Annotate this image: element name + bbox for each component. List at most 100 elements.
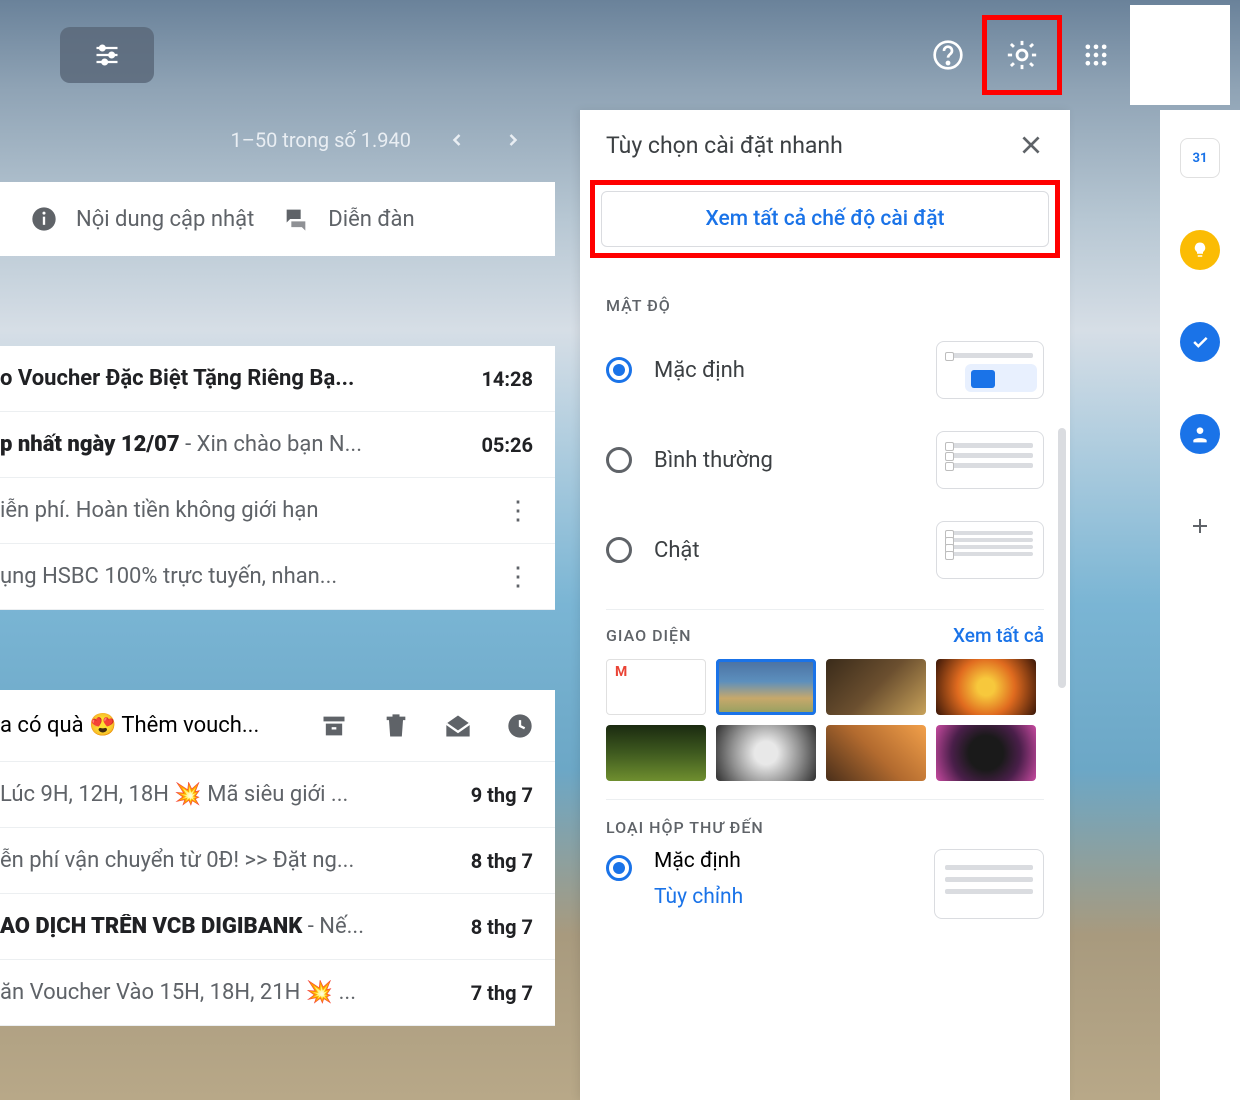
inbox-type-default-option[interactable]: Mặc định Tùy chỉnh bbox=[606, 849, 1044, 919]
email-subject: ụng HSBC 100% trực tuyến, nhan... bbox=[0, 564, 503, 589]
gear-icon bbox=[1005, 38, 1039, 72]
view-all-themes-link[interactable]: Xem tất cả bbox=[953, 624, 1044, 647]
theme-thumbnail[interactable] bbox=[936, 659, 1036, 715]
section-density-title: MẬT ĐỘ bbox=[606, 296, 1044, 315]
tab-forums[interactable]: Diễn đàn bbox=[282, 205, 414, 233]
pager-count: 1–50 trong số 1.940 bbox=[231, 128, 412, 152]
inbox-type-preview bbox=[934, 849, 1044, 919]
forum-icon bbox=[282, 205, 310, 233]
email-row[interactable]: p nhất ngày 12/07 - Xin chào bạn N... 05… bbox=[0, 412, 555, 478]
option-label: Mặc định bbox=[654, 849, 743, 873]
panel-title: Tùy chọn cài đặt nhanh bbox=[606, 132, 843, 159]
density-preview-comfortable bbox=[936, 431, 1044, 489]
radio-checked-icon bbox=[606, 855, 632, 881]
email-row[interactable]: ụng HSBC 100% trực tuyến, nhan... ⋮ bbox=[0, 544, 555, 610]
customize-link[interactable]: Tùy chỉnh bbox=[654, 885, 743, 909]
radio-checked-icon bbox=[606, 357, 632, 383]
density-preview-default bbox=[936, 341, 1044, 399]
tab-updates[interactable]: Nội dung cập nhật bbox=[30, 205, 254, 233]
inbox-column: 1–50 trong số 1.940 Nội dung cập nhật Di… bbox=[0, 110, 555, 1100]
archive-button[interactable] bbox=[317, 709, 351, 743]
plus-icon bbox=[1188, 514, 1212, 538]
theme-thumbnail[interactable] bbox=[936, 725, 1036, 781]
help-icon bbox=[932, 39, 964, 71]
email-subject: p nhất ngày 12/07 - Xin chào bạn N... bbox=[0, 432, 481, 457]
apps-grid-icon bbox=[1082, 41, 1110, 69]
chevron-left-icon bbox=[447, 130, 467, 150]
archive-icon bbox=[320, 712, 348, 740]
tasks-app-button[interactable] bbox=[1180, 322, 1220, 362]
option-label: Bình thường bbox=[654, 448, 773, 473]
category-tabs: Nội dung cập nhật Diễn đàn bbox=[0, 182, 555, 256]
contacts-app-button[interactable] bbox=[1180, 414, 1220, 454]
email-row-selected[interactable]: a có quà 😍 Thêm vouch... bbox=[0, 690, 555, 762]
apps-button[interactable] bbox=[1070, 29, 1122, 81]
email-row[interactable]: o Voucher Đặc Biệt Tặng Riêng Bạ... 14:2… bbox=[0, 346, 555, 412]
snooze-button[interactable] bbox=[503, 709, 537, 743]
see-all-settings-button[interactable]: Xem tất cả chế độ cài đặt bbox=[601, 191, 1049, 247]
email-subject: AO DỊCH TRÊN VCB DIGIBANK - Nế... bbox=[0, 914, 471, 939]
email-time: 7 thg 7 bbox=[471, 981, 533, 1005]
theme-thumbnail[interactable] bbox=[606, 725, 706, 781]
quick-settings-panel: Tùy chọn cài đặt nhanh Xem tất cả chế độ… bbox=[580, 110, 1070, 1100]
all-settings-highlight: Xem tất cả chế độ cài đặt bbox=[590, 180, 1060, 258]
pager: 1–50 trong số 1.940 bbox=[0, 110, 555, 170]
email-row[interactable]: ăn Voucher Vào 15H, 18H, 21H 💥 ... 7 thg… bbox=[0, 960, 555, 1026]
tab-label: Diễn đàn bbox=[328, 207, 414, 232]
close-button[interactable] bbox=[1018, 132, 1044, 158]
filter-button[interactable] bbox=[60, 27, 154, 83]
option-label: Chật bbox=[654, 538, 700, 563]
close-icon bbox=[1018, 132, 1044, 158]
theme-thumbnail[interactable] bbox=[716, 725, 816, 781]
calendar-app-button[interactable]: 31 bbox=[1180, 138, 1220, 178]
email-time: 8 thg 7 bbox=[471, 849, 533, 873]
app-header bbox=[0, 0, 1240, 110]
clock-icon bbox=[506, 712, 534, 740]
theme-thumbnail[interactable] bbox=[826, 725, 926, 781]
option-label: Mặc định bbox=[654, 358, 745, 383]
section-theme-title: GIAO DIỆN bbox=[606, 626, 691, 645]
density-default-option[interactable]: Mặc định bbox=[606, 325, 1044, 415]
email-time: 9 thg 7 bbox=[471, 783, 533, 807]
help-button[interactable] bbox=[922, 29, 974, 81]
tasks-icon bbox=[1190, 332, 1210, 352]
density-preview-compact bbox=[936, 521, 1044, 579]
email-time: 05:26 bbox=[481, 433, 533, 457]
email-row[interactable]: Lúc 9H, 12H, 18H 💥 Mã siêu giới ... 9 th… bbox=[0, 762, 555, 828]
side-rail: 31 bbox=[1160, 110, 1240, 1100]
email-subject: iễn phí. Hoàn tiền không giới hạn bbox=[0, 498, 503, 523]
more-icon[interactable]: ⋮ bbox=[503, 562, 533, 592]
delete-button[interactable] bbox=[379, 709, 413, 743]
more-icon[interactable]: ⋮ bbox=[503, 496, 533, 526]
theme-thumbnail-selected[interactable] bbox=[716, 659, 816, 715]
calendar-day: 31 bbox=[1193, 151, 1208, 166]
row-actions bbox=[317, 709, 537, 743]
density-compact-option[interactable]: Chật bbox=[606, 505, 1044, 595]
keep-icon bbox=[1191, 241, 1209, 259]
add-app-button[interactable] bbox=[1180, 506, 1220, 546]
pager-prev[interactable] bbox=[437, 120, 477, 160]
density-comfortable-option[interactable]: Bình thường bbox=[606, 415, 1044, 505]
email-subject: a có quà 😍 Thêm vouch... bbox=[0, 713, 317, 738]
email-subject: ăn Voucher Vào 15H, 18H, 21H 💥 ... bbox=[0, 980, 471, 1005]
person-icon bbox=[1190, 424, 1210, 444]
info-icon bbox=[30, 205, 58, 233]
mark-read-button[interactable] bbox=[441, 709, 475, 743]
email-subject: o Voucher Đặc Biệt Tặng Riêng Bạ... bbox=[0, 366, 481, 391]
email-time: 8 thg 7 bbox=[471, 915, 533, 939]
theme-thumbnail[interactable] bbox=[606, 659, 706, 715]
section-inbox-type-title: LOẠI HỘP THƯ ĐẾN bbox=[606, 818, 1044, 837]
theme-thumbnail[interactable] bbox=[826, 659, 926, 715]
email-subject: ễn phí vận chuyển từ 0Đ! >> Đặt ng... bbox=[0, 848, 471, 873]
email-row[interactable]: ễn phí vận chuyển từ 0Đ! >> Đặt ng... 8 … bbox=[0, 828, 555, 894]
radio-icon bbox=[606, 447, 632, 473]
scrollbar[interactable] bbox=[1058, 428, 1066, 688]
email-subject: Lúc 9H, 12H, 18H 💥 Mã siêu giới ... bbox=[0, 782, 471, 807]
email-row[interactable]: iễn phí. Hoàn tiền không giới hạn ⋮ bbox=[0, 478, 555, 544]
account-avatar[interactable] bbox=[1130, 5, 1230, 105]
settings-button[interactable] bbox=[982, 15, 1062, 95]
email-row[interactable]: AO DỊCH TRÊN VCB DIGIBANK - Nế... 8 thg … bbox=[0, 894, 555, 960]
pager-next[interactable] bbox=[493, 120, 533, 160]
keep-app-button[interactable] bbox=[1180, 230, 1220, 270]
mail-open-icon bbox=[444, 712, 472, 740]
